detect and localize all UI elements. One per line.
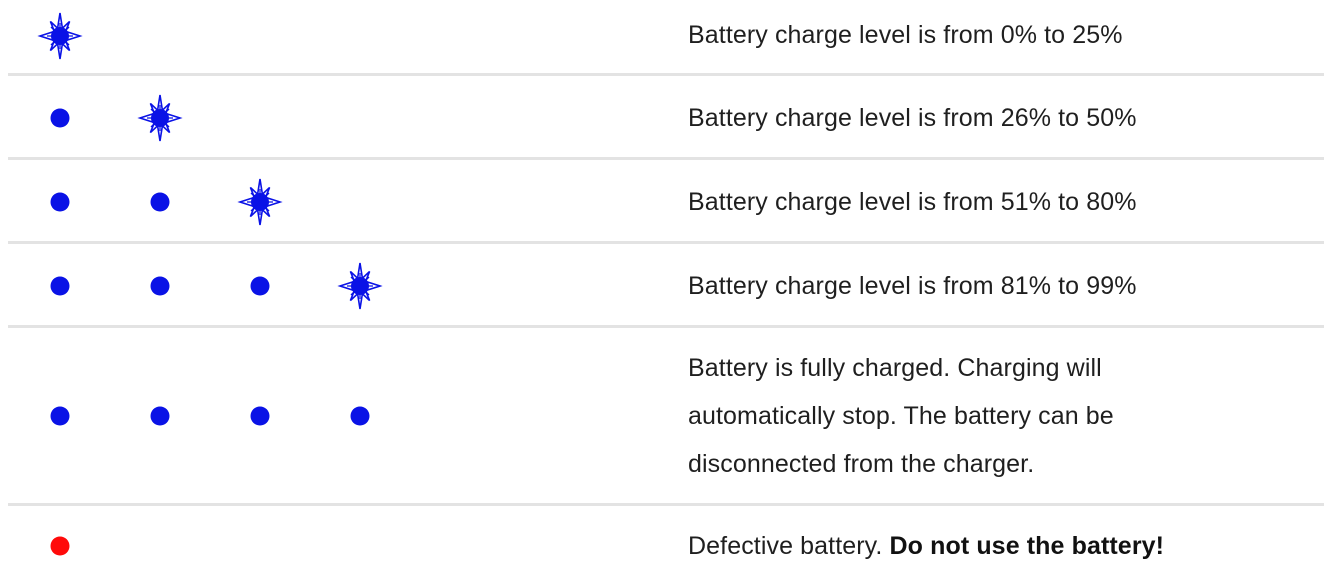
red-dot-icon	[36, 522, 84, 570]
led-indicators	[8, 506, 648, 564]
status-description: Defective battery. Do not use the batter…	[688, 522, 1324, 570]
status-description: Battery charge level is from 51% to 80%	[688, 188, 1137, 216]
description-line-3: disconnected from the charger.	[688, 450, 1035, 478]
defective-text: Defective battery.	[688, 532, 883, 560]
filled-dot-icon	[336, 392, 384, 440]
filled-dot-icon	[136, 392, 184, 440]
flashing-star-icon	[36, 12, 84, 60]
status-defective: Defective battery. Do not use the batter…	[8, 506, 1324, 564]
filled-dot-icon	[136, 178, 184, 226]
status-description: Battery charge level is from 81% to 99%	[688, 272, 1137, 300]
status-row-81-99: Battery charge level is from 81% to 99%	[8, 244, 1324, 328]
led-indicators	[8, 0, 648, 76]
filled-dot-icon	[36, 178, 84, 226]
status-description: Battery is fully charged. Charging will …	[688, 344, 1324, 488]
filled-dot-icon	[136, 262, 184, 310]
led-indicators	[8, 76, 648, 160]
filled-dot-icon	[236, 262, 284, 310]
status-description: Battery charge level is from 26% to 50%	[688, 104, 1137, 132]
flashing-star-icon	[336, 262, 384, 310]
charge-status-table: Battery charge level is from 0% to 25% B…	[8, 0, 1324, 564]
filled-dot-icon	[36, 262, 84, 310]
status-fully-charged: Battery is fully charged. Charging will …	[8, 328, 1324, 506]
warning-text: Do not use the battery!	[889, 532, 1165, 560]
description-line-1: Battery is fully charged. Charging will	[688, 354, 1102, 382]
led-indicators	[8, 328, 648, 506]
filled-dot-icon	[236, 392, 284, 440]
led-indicators	[8, 244, 648, 328]
description-line-2: automatically stop. The battery can be	[688, 402, 1114, 430]
filled-dot-icon	[36, 392, 84, 440]
status-row-26-50: Battery charge level is from 26% to 50%	[8, 76, 1324, 160]
flashing-star-icon	[236, 178, 284, 226]
status-row-0-25: Battery charge level is from 0% to 25%	[8, 0, 1324, 76]
filled-dot-icon	[36, 94, 84, 142]
status-row-51-80: Battery charge level is from 51% to 80%	[8, 160, 1324, 244]
led-indicators	[8, 160, 648, 244]
status-description: Battery charge level is from 0% to 25%	[688, 21, 1123, 49]
flashing-star-icon	[136, 94, 184, 142]
